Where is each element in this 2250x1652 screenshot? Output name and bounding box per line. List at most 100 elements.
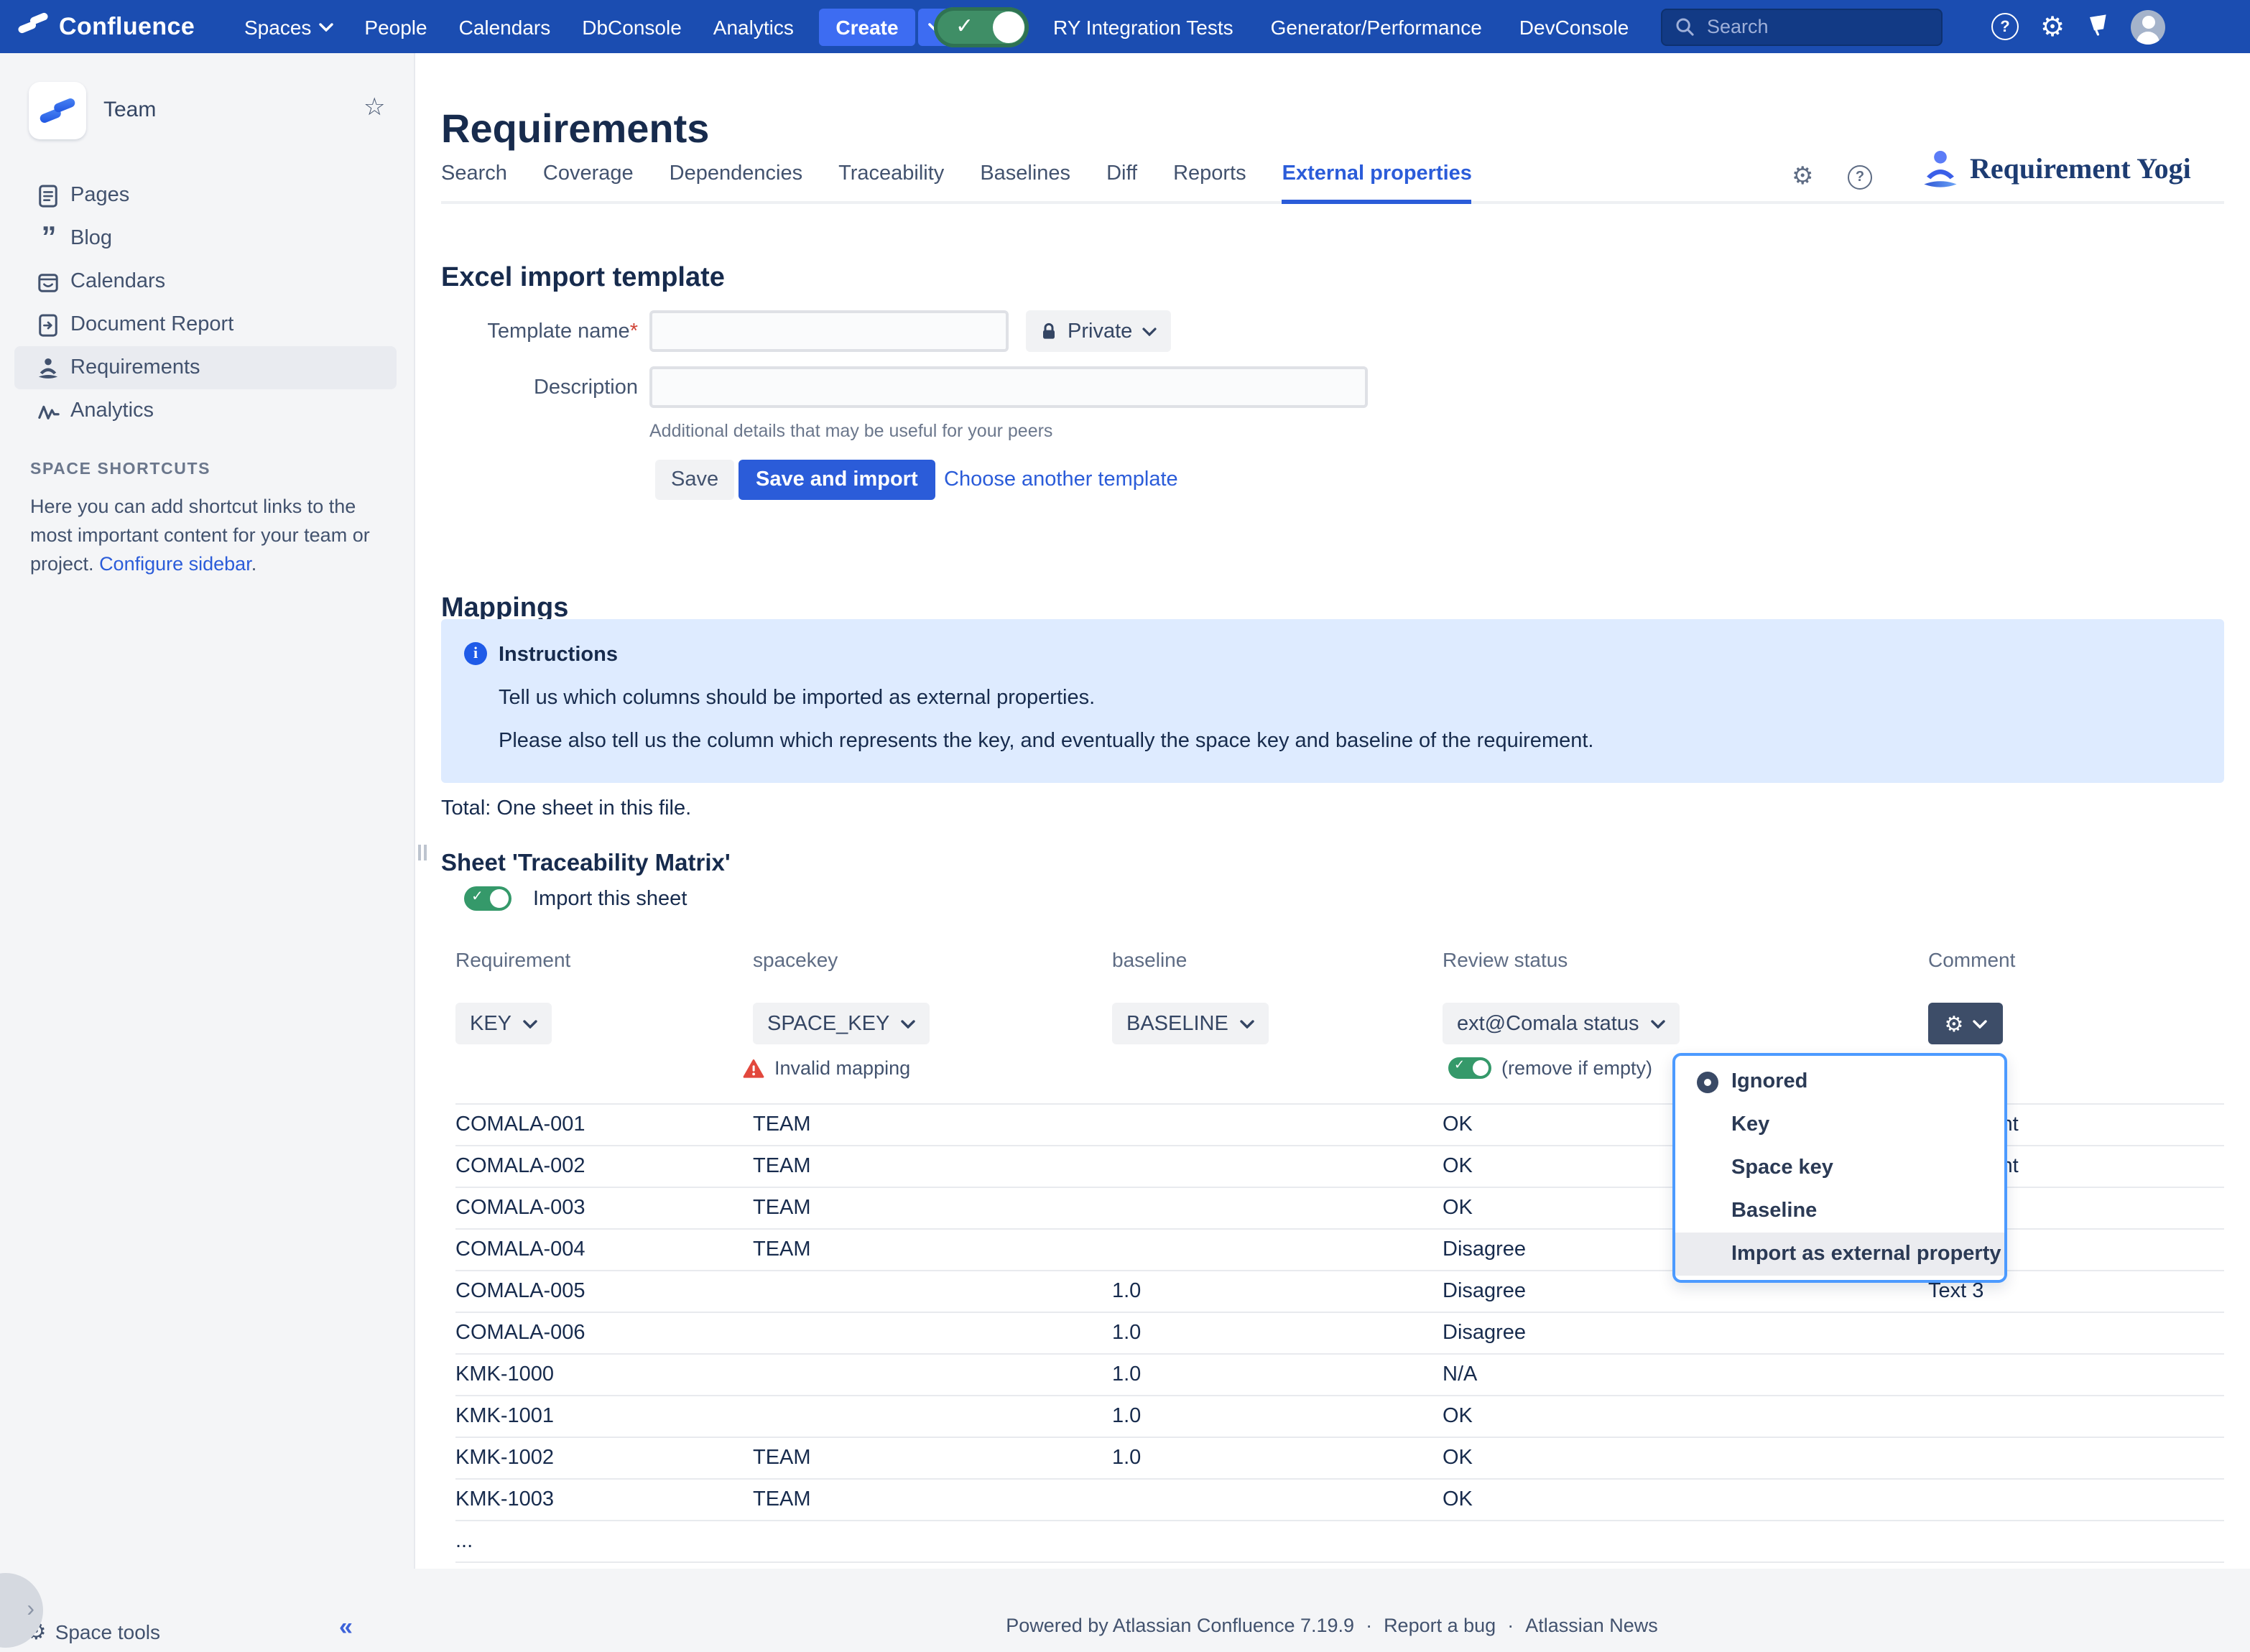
sidebar-item-label: Document Report (70, 313, 233, 336)
save-and-import-button[interactable]: Save and import (739, 460, 935, 500)
space-logo[interactable] (29, 82, 86, 139)
confluence-brand[interactable]: Confluence (17, 0, 195, 53)
nav-icon-cluster: ? ⚙ (1991, 0, 2165, 53)
confluence-logo-icon (17, 7, 49, 46)
check-icon: ✓ (955, 12, 973, 38)
menu-item-label: Baseline (1731, 1199, 1817, 1222)
document-report-icon (36, 312, 60, 338)
cell-baseline: 1.0 (1112, 1313, 1443, 1353)
global-search[interactable] (1661, 8, 1943, 45)
tab-diff[interactable]: Diff (1106, 162, 1137, 201)
drag-handle[interactable] (418, 845, 427, 860)
sidebar-item-label: Analytics (70, 399, 154, 422)
nav-item-ry-integration-tests[interactable]: RY Integration Tests (1053, 15, 1233, 38)
announcements-icon[interactable] (2086, 11, 2109, 42)
nav-item-label: Analytics (713, 15, 794, 38)
cell-baseline (1112, 1188, 1443, 1228)
menu-item-space-key[interactable]: Space key (1675, 1146, 2004, 1189)
page-help-icon[interactable]: ? (1848, 165, 1872, 190)
search-input[interactable] (1704, 14, 1925, 39)
import-sheet-label: Import this sheet (533, 888, 687, 911)
sidebar-item-requirements[interactable]: Requirements (14, 346, 397, 389)
menu-item-key[interactable]: Key (1675, 1103, 2004, 1146)
mapping-select-value: KEY (470, 1012, 511, 1035)
menu-item-ignored[interactable]: Ignored (1675, 1060, 2004, 1103)
tab-baselines[interactable]: Baselines (980, 162, 1070, 201)
settings-icon[interactable]: ⚙ (2040, 11, 2065, 42)
menu-item-label: Ignored (1731, 1070, 1807, 1093)
tab-search[interactable]: Search (441, 162, 507, 201)
cell-status: OK (1443, 1396, 1928, 1437)
cell-requirement: COMALA-003 (455, 1188, 753, 1228)
extension-toggle[interactable]: ✓ (934, 6, 1029, 47)
sidebar-item-blog[interactable]: ”Blog (14, 217, 397, 260)
description-help-text: Additional details that may be useful fo… (649, 421, 1052, 441)
cell-status: OK (1443, 1438, 1928, 1478)
sidebar-item-calendars[interactable]: Calendars (14, 260, 397, 303)
space-tools-button[interactable]: ⚙ Space tools (26, 1618, 160, 1645)
toggle-knob (993, 11, 1024, 42)
tab-dependencies[interactable]: Dependencies (670, 162, 802, 201)
instructions-line-1: Tell us which columns should be imported… (499, 687, 1095, 710)
table-row: COMALA-0061.0Disagree (455, 1313, 2224, 1355)
page-settings-gear-icon[interactable]: ⚙ (1792, 162, 1814, 191)
choose-another-template-link[interactable]: Choose another template (944, 468, 1178, 491)
help-icon[interactable]: ? (1991, 13, 2019, 40)
atlassian-news-link[interactable]: Atlassian News (1525, 1615, 1658, 1636)
sidebar-item-analytics[interactable]: Analytics (14, 389, 397, 432)
nav-item-devconsole[interactable]: DevConsole (1519, 15, 1629, 38)
cell-spacekey: TEAM (753, 1480, 1112, 1520)
sidebar-item-pages[interactable]: Pages (14, 174, 397, 217)
table-row: KMK-10011.0OK (455, 1396, 2224, 1438)
collapse-sidebar-button[interactable]: « (339, 1613, 353, 1642)
description-field[interactable] (649, 366, 1368, 408)
cell-ellipsis: ... (455, 1521, 753, 1561)
profile-avatar[interactable] (2131, 9, 2165, 44)
import-sheet-toggle[interactable]: ✓ (464, 886, 511, 911)
create-button[interactable]: Create (819, 8, 915, 45)
mapping-select-baseline[interactable]: BASELINE (1112, 1003, 1269, 1044)
page-title: Requirements (441, 106, 709, 152)
tab-reports[interactable]: Reports (1173, 162, 1246, 201)
cell-baseline (1112, 1105, 1443, 1145)
column-header-requirement: Requirement (455, 948, 753, 971)
tab-coverage[interactable]: Coverage (543, 162, 634, 201)
configure-sidebar-link[interactable]: Configure sidebar (99, 553, 251, 575)
cell-requirement: COMALA-004 (455, 1230, 753, 1270)
save-button[interactable]: Save (655, 460, 734, 500)
sidebar-menu: Pages”Blog Calendars Document Report Requir… (0, 174, 414, 432)
report-a-bug-link[interactable]: Report a bug (1384, 1615, 1496, 1636)
cell-spacekey: TEAM (753, 1146, 1112, 1187)
cell-spacekey (753, 1271, 1112, 1312)
menu-item-import-as-external-property[interactable]: Import as external property (1675, 1233, 2004, 1276)
remove-if-empty-toggle[interactable]: ✓ (1448, 1057, 1491, 1079)
tab-traceability[interactable]: Traceability (838, 162, 944, 201)
comment-mapping-gear-button[interactable]: ⚙ (1928, 1003, 2003, 1044)
nav-item-dbconsole[interactable]: DbConsole (582, 15, 682, 38)
sidebar-item-document-report[interactable]: Document Report (14, 303, 397, 346)
chevron-down-icon (1142, 327, 1157, 335)
favourite-star-icon[interactable]: ☆ (364, 93, 386, 122)
info-icon: i (464, 642, 487, 665)
nav-item-analytics[interactable]: Analytics (713, 15, 794, 38)
menu-item-baseline[interactable]: Baseline (1675, 1189, 2004, 1233)
toggle-knob (490, 889, 509, 908)
cell-status: N/A (1443, 1355, 1928, 1395)
tab-external-properties[interactable]: External properties (1282, 162, 1472, 204)
table-row: KMK-1002TEAM1.0OK (455, 1438, 2224, 1480)
invalid-mapping-warning: Invalid mapping (743, 1057, 1112, 1079)
sidebar-item-label: Calendars (70, 270, 165, 293)
mapping-select-review-status[interactable]: ext@Comala status (1443, 1003, 1680, 1044)
excel-import-heading: Excel import template (441, 263, 725, 294)
cell-baseline (1112, 1146, 1443, 1187)
cell-requirement: KMK-1001 (455, 1396, 753, 1437)
nav-item-calendars[interactable]: Calendars (459, 15, 551, 38)
nav-item-spaces[interactable]: Spaces (244, 15, 333, 38)
template-name-field[interactable] (649, 310, 1009, 352)
mapping-select-requirement[interactable]: KEY (455, 1003, 552, 1044)
mapping-select-spacekey[interactable]: SPACE_KEY (753, 1003, 930, 1044)
remove-if-empty-text: (remove if empty) (1501, 1057, 1652, 1079)
visibility-select[interactable]: Private (1026, 310, 1171, 352)
nav-item-people[interactable]: People (364, 15, 427, 38)
nav-item-generator-performance[interactable]: Generator/Performance (1271, 15, 1482, 38)
